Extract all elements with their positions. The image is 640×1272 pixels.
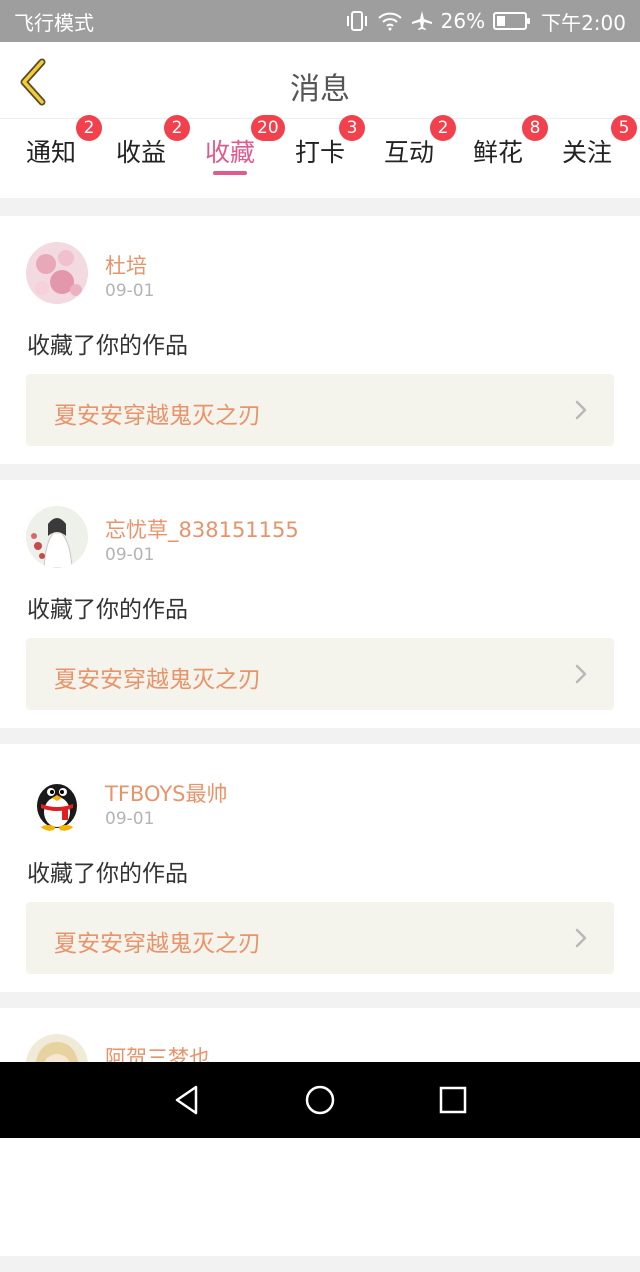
work-title: 夏安安穿越鬼灭之刃	[54, 403, 261, 429]
list-item: 忘忧草_838151155 09-01 收藏了你的作品 夏安安穿越鬼灭之刃	[0, 480, 640, 728]
work-link[interactable]: 夏安安穿越鬼灭之刃	[26, 638, 614, 710]
wifi-icon	[377, 11, 403, 31]
action-text: 收藏了你的作品	[27, 861, 188, 887]
nav-back-button[interactable]	[165, 1078, 209, 1122]
timestamp: 09-01	[105, 809, 155, 829]
tab-label: 鲜花	[473, 138, 524, 167]
avatar[interactable]	[26, 506, 88, 568]
tab-label: 关注	[562, 138, 613, 167]
timestamp: 09-01	[105, 545, 155, 565]
page-title: 消息	[290, 72, 350, 107]
tab-badge: 5	[611, 115, 637, 141]
square-recent-icon	[440, 1086, 467, 1114]
tab-bar: 通知 2 收益 2 收藏 20 打卡 3 互动 2 鲜花 8 关注 5	[0, 115, 640, 198]
list-item: TFBOYS最帅 09-01 收藏了你的作品 夏安安穿越鬼灭之刃	[0, 744, 640, 992]
nav-home-button[interactable]	[298, 1078, 342, 1122]
airplane-mode-label: 飞行模式	[14, 10, 94, 35]
tab-badge: 8	[522, 115, 548, 141]
clock: 下午2:00	[541, 10, 626, 35]
status-bar: 飞行模式 26% 下午2:00	[0, 0, 640, 42]
active-tab-indicator	[213, 171, 247, 175]
chevron-right-icon	[575, 664, 587, 684]
work-title: 夏安安穿越鬼灭之刃	[54, 667, 261, 693]
chevron-right-icon	[575, 928, 587, 948]
tab-badge: 20	[251, 115, 285, 141]
username[interactable]: 杜培	[105, 250, 147, 280]
tab-label: 收益	[116, 138, 167, 167]
tab-badge: 3	[339, 115, 365, 141]
triangle-back-icon	[175, 1085, 197, 1115]
tab-badge: 2	[76, 115, 102, 141]
nav-recent-button[interactable]	[431, 1078, 475, 1122]
tab-badge: 2	[164, 115, 190, 141]
battery-icon	[493, 12, 531, 30]
avatar[interactable]	[26, 242, 88, 304]
username[interactable]: TFBOYS最帅	[105, 778, 227, 808]
vibrate-icon	[345, 10, 369, 32]
tab-label: 通知	[26, 138, 77, 167]
username[interactable]: 忘忧草_838151155	[105, 514, 299, 544]
work-link[interactable]: 夏安安穿越鬼灭之刃	[26, 902, 614, 974]
status-icons: 26% 下午2:00	[345, 7, 626, 36]
tab-label: 打卡	[295, 138, 346, 167]
timestamp: 09-01	[105, 281, 155, 301]
airplane-icon	[411, 10, 433, 32]
system-nav-bar	[0, 1062, 640, 1138]
tab-label: 互动	[384, 138, 435, 167]
avatar[interactable]	[26, 770, 88, 832]
action-text: 收藏了你的作品	[27, 597, 188, 623]
tab-badge: 2	[430, 115, 456, 141]
work-title: 夏安安穿越鬼灭之刃	[54, 931, 261, 957]
header: 消息	[0, 42, 640, 122]
list-item: 杜培 09-01 收藏了你的作品 夏安安穿越鬼灭之刃	[0, 216, 640, 464]
tab-label: 收藏	[205, 138, 256, 167]
action-text: 收藏了你的作品	[27, 333, 188, 359]
work-link[interactable]: 夏安安穿越鬼灭之刃	[26, 374, 614, 446]
battery-percent: 26%	[440, 9, 486, 33]
circle-home-icon	[305, 1085, 335, 1115]
chevron-right-icon	[575, 400, 587, 420]
